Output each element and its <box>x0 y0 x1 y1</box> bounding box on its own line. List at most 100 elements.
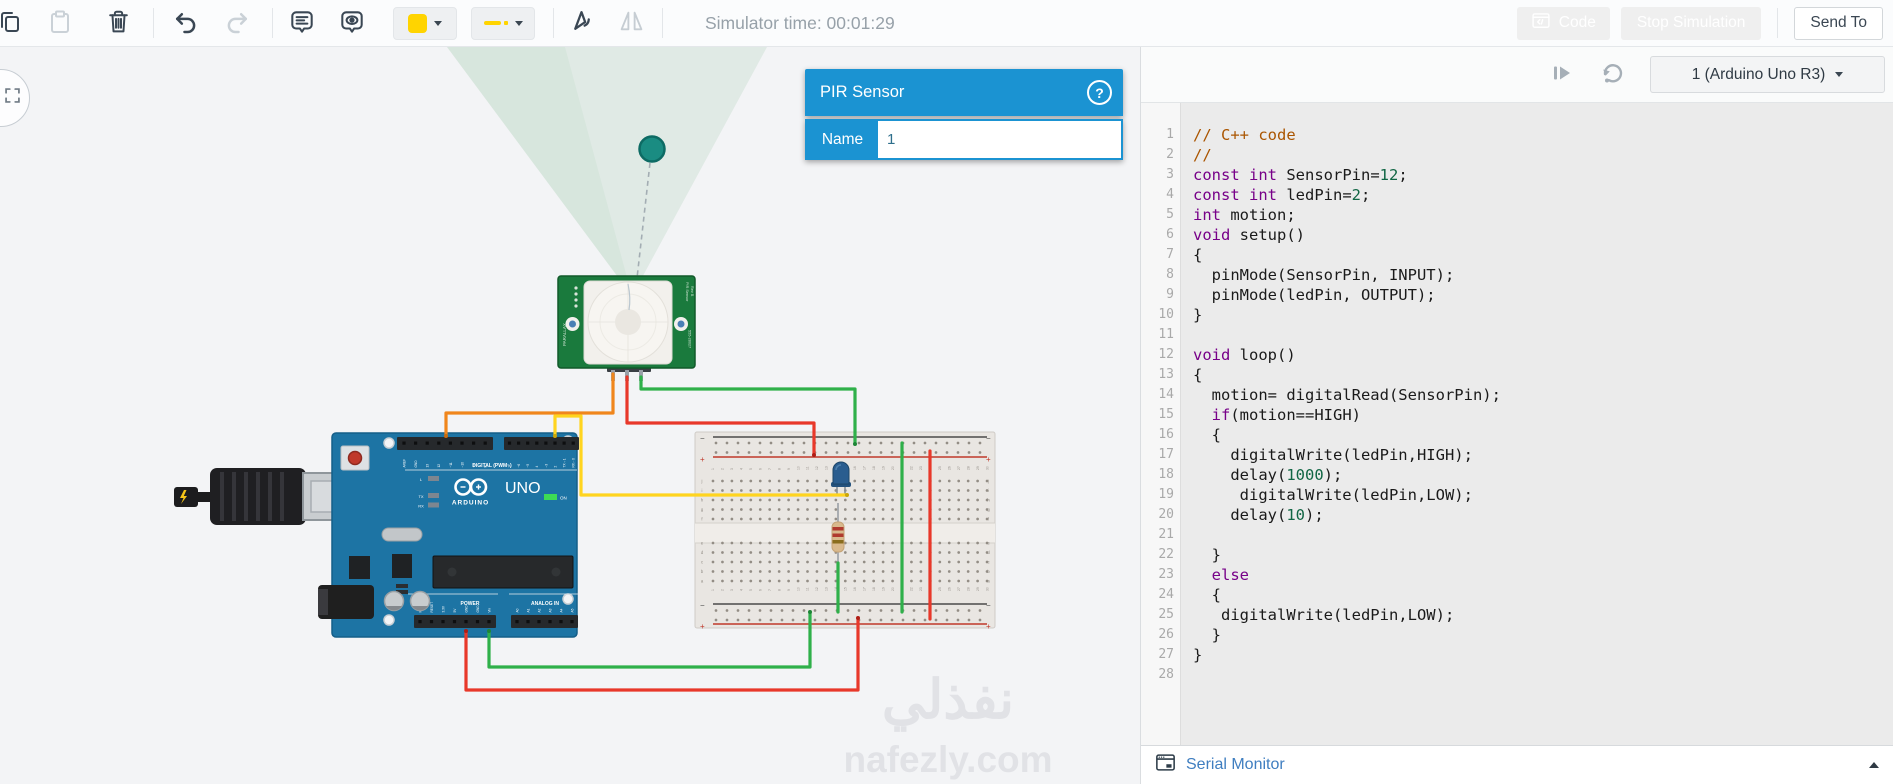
line-number: 10 <box>1158 307 1174 322</box>
name-label: Name <box>807 121 878 158</box>
pir-part-number: 555-28027 <box>688 330 692 348</box>
svg-text:11: 11 <box>806 466 810 470</box>
line-number: 22 <box>1158 547 1174 562</box>
serial-monitor-bar[interactable]: Serial Monitor <box>1141 745 1893 784</box>
svg-text:27: 27 <box>957 466 961 470</box>
code-text: void setup() <box>1193 226 1305 244</box>
svg-text:27: 27 <box>957 587 961 591</box>
small-chip <box>392 554 412 578</box>
svg-text:+: + <box>986 622 991 631</box>
pin-label: A1 <box>526 608 530 612</box>
svg-text:22: 22 <box>910 466 914 470</box>
svg-text:−: − <box>700 434 705 443</box>
color-picker-button[interactable] <box>393 6 457 40</box>
undo-button[interactable] <box>168 6 202 40</box>
mirror-icon <box>618 8 645 38</box>
svg-text:28: 28 <box>966 466 970 470</box>
code-text: int motion; <box>1193 206 1296 224</box>
delete-button[interactable] <box>101 6 135 40</box>
pin-label: 13 <box>426 464 430 468</box>
code-text: void loop() <box>1193 346 1296 364</box>
pin-label: 2 <box>553 466 557 468</box>
simulator-time: Simulator time: 00:01:29 <box>705 12 895 33</box>
svg-text:25: 25 <box>938 587 942 591</box>
svg-text:2: 2 <box>721 589 725 591</box>
code-line: 1 // C++ code <box>1141 125 1893 145</box>
code-text: { <box>1193 366 1203 384</box>
toolbar-separator <box>272 8 273 38</box>
code-line: 23 else <box>1141 565 1893 585</box>
debug-button[interactable] <box>1544 57 1580 93</box>
svg-text:ON: ON <box>560 496 567 501</box>
svg-text:26: 26 <box>947 587 951 591</box>
send-to-button[interactable]: Send To <box>1794 6 1883 40</box>
pin-label: ~3 <box>544 464 548 468</box>
code-line: 12 void loop() <box>1141 345 1893 365</box>
svg-text:−: − <box>700 601 705 610</box>
toolbar-separator <box>153 8 154 38</box>
breadboard[interactable]: − − + + − − + + j ji ih hg gf fe ed dc cb ba a 1122334… <box>694 431 996 631</box>
pin-label: ~10 <box>460 462 464 468</box>
svg-text:18: 18 <box>872 466 876 470</box>
line-number: 16 <box>1158 427 1174 442</box>
line-number: 7 <box>1166 247 1174 262</box>
redo-button[interactable] <box>220 6 254 40</box>
pir-name-input[interactable] <box>878 121 1121 158</box>
copy-button[interactable] <box>0 6 27 40</box>
line-number: 5 <box>1166 207 1174 222</box>
svg-text:6: 6 <box>758 468 762 470</box>
notes-button[interactable] <box>285 6 319 40</box>
wire-orange-signal[interactable] <box>444 372 615 437</box>
stop-simulation-button[interactable]: Stop Simulation <box>1620 6 1762 40</box>
pin-label: A0 <box>515 608 519 612</box>
svg-text:ARDUINO: ARDUINO <box>452 500 489 507</box>
code-button[interactable]: Code <box>1516 6 1610 40</box>
svg-text:1: 1 <box>711 589 715 591</box>
restart-simulation-button[interactable] <box>1594 57 1630 93</box>
mirror-button[interactable] <box>614 6 648 40</box>
annotation-visibility-button[interactable] <box>335 6 369 40</box>
pin-label: TX→1 <box>563 458 567 467</box>
code-line: 17 digitalWrite(ledPin,HIGH); <box>1141 445 1893 465</box>
board-selector-dropdown[interactable]: 1 (Arduino Uno R3) <box>1650 56 1885 93</box>
svg-text:7: 7 <box>768 468 772 470</box>
arduino-board[interactable]: AREFGND1312~11~10~987~6~54~32TX→1RX←0IOR… <box>318 432 579 638</box>
svg-text:3: 3 <box>730 589 734 591</box>
code-line: 20 delay(10); <box>1141 505 1893 525</box>
motion-target-ball[interactable] <box>638 135 666 163</box>
wire-style-button[interactable] <box>471 6 535 40</box>
code-editor[interactable]: 1// C++ code 2//3 const int SensorPin=12; 4… <box>1141 103 1893 745</box>
code-line: 5 int motion; <box>1141 205 1893 225</box>
code-line: 19 digitalWrite(ledPin,LOW); <box>1141 485 1893 505</box>
svg-text:4: 4 <box>740 468 744 470</box>
rotate-button[interactable] <box>564 6 598 40</box>
svg-text:nafezly.com: nafezly.com <box>843 739 1052 780</box>
chevron-up-icon[interactable] <box>1869 762 1879 768</box>
chevron-down-icon <box>1835 72 1844 77</box>
svg-text:RX: RX <box>418 504 424 509</box>
svg-text:16: 16 <box>853 466 857 470</box>
line-number: 1 <box>1166 127 1174 142</box>
pin-label: A5 <box>570 608 574 612</box>
pir-inspector-popup: PIR Sensor ? Name <box>805 69 1123 160</box>
chevron-down-icon <box>514 20 523 26</box>
code-line: 11 <box>1141 325 1893 345</box>
help-icon[interactable]: ? <box>1087 80 1112 105</box>
code-text: digitalWrite(ledPin,LOW); <box>1193 606 1455 624</box>
circuit-canvas[interactable]: AREFGND1312~11~10~987~6~54~32TX→1RX←0IOR… <box>0 47 1140 784</box>
code-line: 16 { <box>1141 425 1893 445</box>
analog-label: ANALOG IN <box>531 601 559 607</box>
code-text: } <box>1193 546 1221 564</box>
svg-text:22: 22 <box>910 587 914 591</box>
smd-part <box>396 584 408 588</box>
chevron-down-icon <box>434 20 442 26</box>
eye-bubble-icon <box>338 8 366 39</box>
reset-button[interactable] <box>340 445 370 471</box>
svg-text:13: 13 <box>825 587 829 591</box>
pir-sensor[interactable]: PARALLAX PIR Sensor Rev B 555-28027 <box>557 275 696 381</box>
paste-button[interactable] <box>43 6 77 40</box>
pir-rev-label: Rev B <box>690 286 694 297</box>
code-text: digitalWrite(ledPin,LOW); <box>1193 486 1473 504</box>
